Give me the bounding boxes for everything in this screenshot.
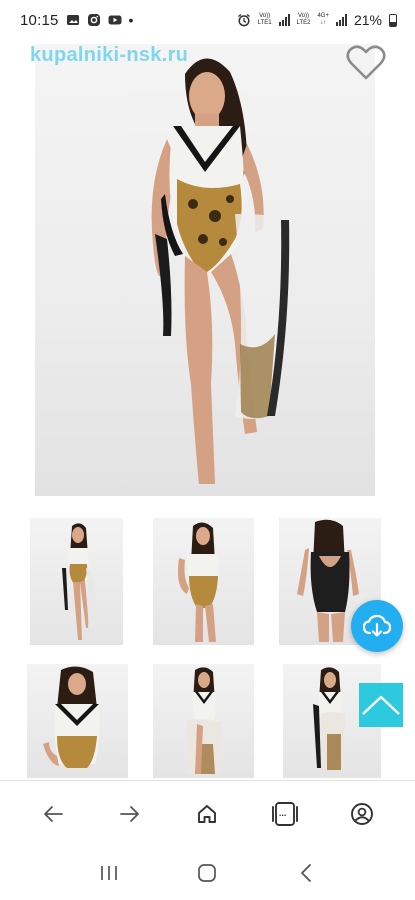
chevron-up-icon [362, 695, 400, 715]
thumb-image-1 [62, 523, 97, 640]
back-icon [300, 864, 311, 882]
sim1-label: Vo)) LTE1 [258, 13, 272, 27]
instagram-icon [87, 14, 100, 26]
system-back-button[interactable] [286, 853, 326, 893]
browser-forward-button[interactable] [110, 794, 150, 834]
model-illustration [151, 58, 290, 484]
sim2-network: 4G+ ↓↑ [317, 13, 329, 27]
system-nav-bar [0, 846, 415, 900]
product-thumbnail[interactable] [30, 518, 123, 645]
product-thumbnail[interactable] [27, 664, 128, 778]
thumb-image-2 [178, 522, 219, 642]
account-icon [351, 802, 374, 825]
recent-apps-button[interactable] [89, 853, 129, 893]
arrow-left-icon [43, 805, 63, 822]
scroll-to-top-button[interactable] [359, 683, 403, 727]
status-bar: 10:15 • Vo)) LTE1 Vo)) LTE2 4G+ ↓↑ 21% [0, 0, 415, 40]
thumb-image-4 [43, 666, 100, 768]
browser-tabs-button[interactable]: ... [265, 794, 305, 834]
browser-account-button[interactable] [342, 794, 382, 834]
home-circle-icon [198, 864, 217, 882]
battery-icon [389, 13, 397, 27]
notification-dot: • [128, 12, 134, 28]
browser-back-button[interactable] [33, 794, 73, 834]
home-icon [198, 804, 217, 823]
sim2-label: Vo)) LTE2 [297, 13, 311, 27]
browser-home-button[interactable] [187, 794, 227, 834]
tabs-count: ... [278, 807, 287, 818]
gallery-icon [66, 15, 79, 25]
signal-icon [278, 14, 290, 26]
status-time: 10:15 [20, 11, 59, 29]
heart-outline-icon [346, 45, 386, 80]
battery-percent: 21% [353, 12, 382, 28]
sim2-bottom-text: LTE2 [296, 20, 311, 26]
sim2-top-text: Vo)) [297, 13, 309, 19]
signal-icon-2 [335, 14, 347, 26]
cloud-download-icon [362, 614, 392, 637]
recent-apps-icon [101, 866, 118, 880]
system-home-button[interactable] [187, 853, 227, 893]
main-product-photo[interactable] [35, 44, 375, 496]
sim2-net-text: 4G+ [317, 13, 329, 19]
browser-toolbar: ... [0, 780, 415, 846]
cloud-download-button[interactable] [351, 600, 403, 652]
site-logo[interactable]: kupalniki-nsk.ru [30, 44, 188, 67]
data-arrows-icon: ↓↑ [320, 20, 327, 26]
product-thumbnail[interactable] [153, 518, 254, 645]
arrow-right-icon [120, 805, 139, 822]
thumb-image-5 [187, 667, 221, 774]
sim1-bottom-text: LTE1 [257, 20, 272, 26]
youtube-icon [108, 15, 122, 25]
product-thumbnail[interactable] [153, 664, 254, 778]
alarm-icon [237, 13, 250, 27]
favorite-button[interactable] [345, 44, 387, 82]
sim1-top-text: Vo)) [259, 13, 271, 19]
